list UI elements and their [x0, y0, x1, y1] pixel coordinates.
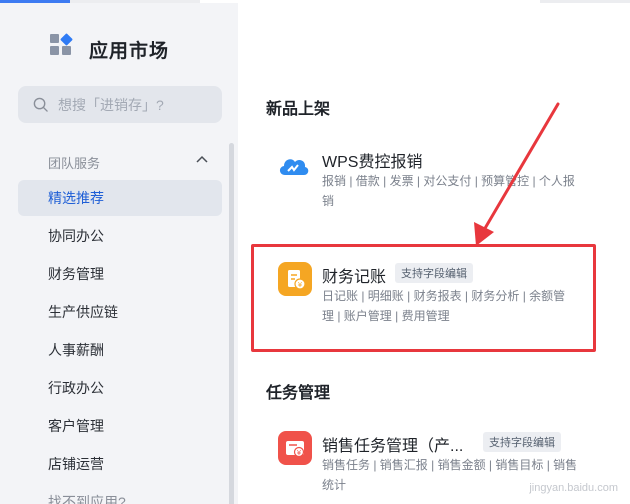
section-title-new: 新品上架: [266, 101, 331, 118]
sales-task-icon: ¥: [278, 431, 312, 465]
sidebar: 应用市场 团队服务 精选推荐 协同办公 财务管理 生产供应链 人事薪酬 行政办公…: [0, 3, 238, 504]
sidebar-scrollbar-thumb[interactable]: [229, 143, 234, 504]
sidebar-item-store-ops[interactable]: 店铺运营: [18, 446, 222, 482]
sidebar-item-admin[interactable]: 行政办公: [18, 370, 222, 406]
sidebar-item-finance[interactable]: 财务管理: [18, 256, 222, 292]
search-box[interactable]: [18, 86, 222, 123]
chevron-up-icon[interactable]: [196, 155, 208, 163]
svg-text:¥: ¥: [297, 449, 302, 457]
sidebar-item-not-found[interactable]: 找不到应用?: [18, 484, 222, 504]
cloud-icon: [279, 159, 309, 175]
sidebar-item-hr-payroll[interactable]: 人事薪酬: [18, 332, 222, 368]
sidebar-item-collaboration[interactable]: 协同办公: [18, 218, 222, 254]
app-name[interactable]: 销售任务管理（产...: [322, 432, 463, 456]
section-title-tasks: 任务管理: [266, 385, 331, 402]
group-header-team-services[interactable]: 团队服务: [48, 153, 100, 172]
search-input[interactable]: [58, 94, 208, 116]
watermark: jingyan.baidu.com: [529, 482, 618, 494]
app-name[interactable]: WPS费控报销: [322, 148, 422, 172]
annotation-highlight-box: [251, 244, 596, 352]
app-description: 报销 | 借款 | 发票 | 对公支付 | 预算管控 | 个人报销: [322, 174, 575, 208]
sidebar-item-featured[interactable]: 精选推荐: [18, 180, 222, 216]
search-icon: [33, 97, 48, 112]
page-title: 应用市场: [89, 41, 170, 62]
sidebar-item-supply-chain[interactable]: 生产供应链: [18, 294, 222, 330]
sidebar-item-customer[interactable]: 客户管理: [18, 408, 222, 444]
feature-tag: 支持字段编辑: [483, 432, 561, 452]
app-market-logo-icon: [50, 33, 74, 58]
